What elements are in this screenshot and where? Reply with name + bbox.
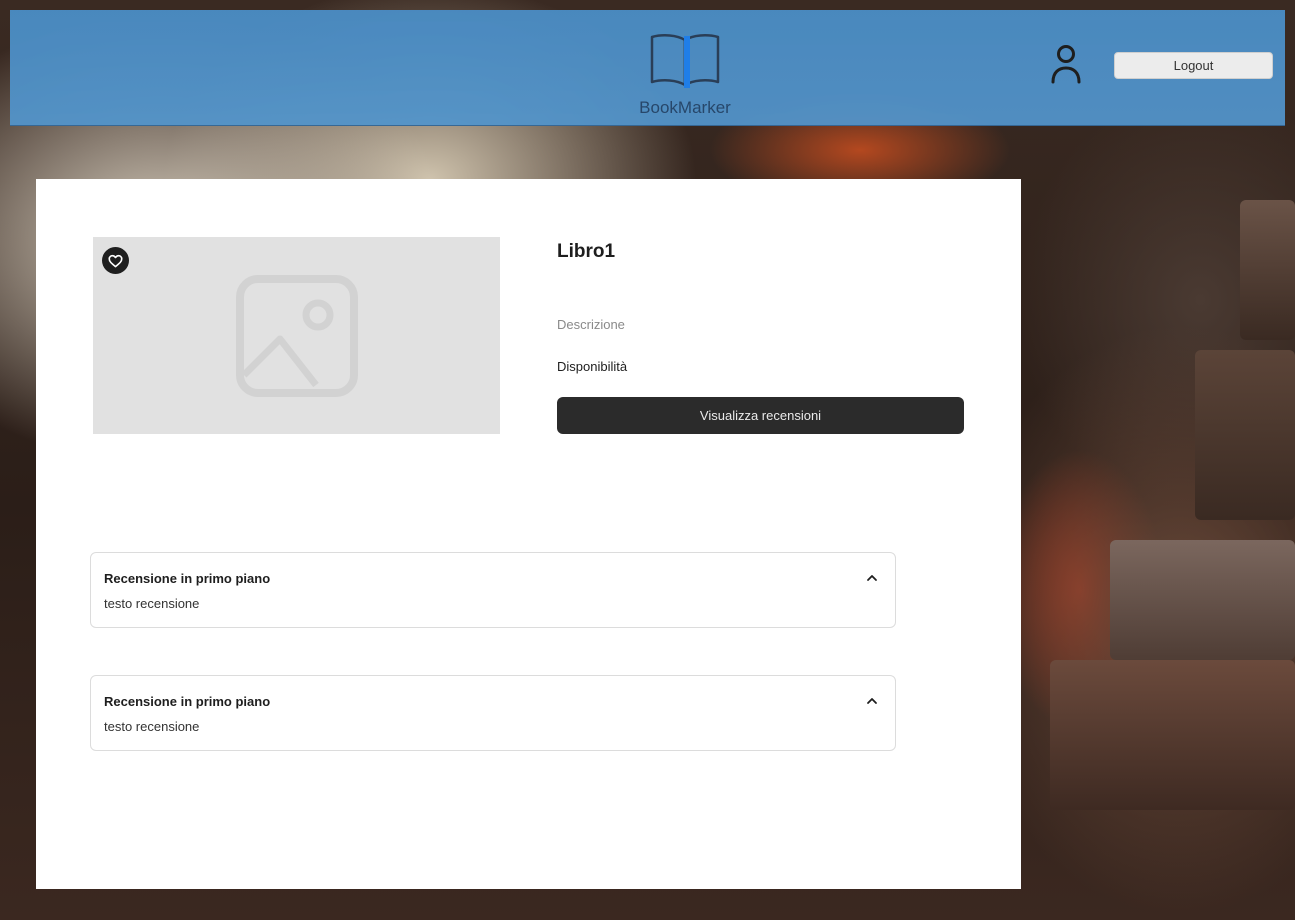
view-reviews-button[interactable]: Visualizza recensioni	[557, 397, 964, 434]
book-cover	[93, 237, 500, 434]
book-description: Descrizione	[557, 317, 625, 332]
book-detail-card: Libro1 Descrizione Disponibilità Visuali…	[36, 179, 1021, 889]
top-bar: BookMarker Logout	[10, 10, 1285, 126]
background-books	[1110, 540, 1295, 660]
review-title: Recensione in primo piano	[104, 571, 271, 586]
logout-button[interactable]: Logout	[1114, 52, 1273, 79]
app-name: BookMarker	[639, 98, 731, 117]
user-icon[interactable]	[1047, 42, 1085, 88]
background-books	[1240, 200, 1295, 340]
book-availability: Disponibilità	[557, 359, 628, 374]
image-placeholder-icon	[236, 275, 358, 397]
chevron-up-icon[interactable]	[865, 571, 879, 585]
heart-icon	[108, 254, 123, 267]
app-logo[interactable]: BookMarker	[620, 22, 750, 122]
open-book-icon	[650, 34, 720, 88]
favorite-button[interactable]	[102, 247, 129, 274]
review-text: testo recensione	[104, 596, 200, 611]
review-title: Recensione in primo piano	[104, 694, 271, 709]
background-books	[1050, 660, 1295, 810]
book-title: Libro1	[557, 241, 616, 262]
background-books	[1195, 350, 1295, 520]
review-card[interactable]: Recensione in primo piano testo recensio…	[90, 675, 896, 751]
review-text: testo recensione	[104, 719, 200, 734]
chevron-up-icon[interactable]	[865, 694, 879, 708]
review-card[interactable]: Recensione in primo piano testo recensio…	[90, 552, 896, 628]
